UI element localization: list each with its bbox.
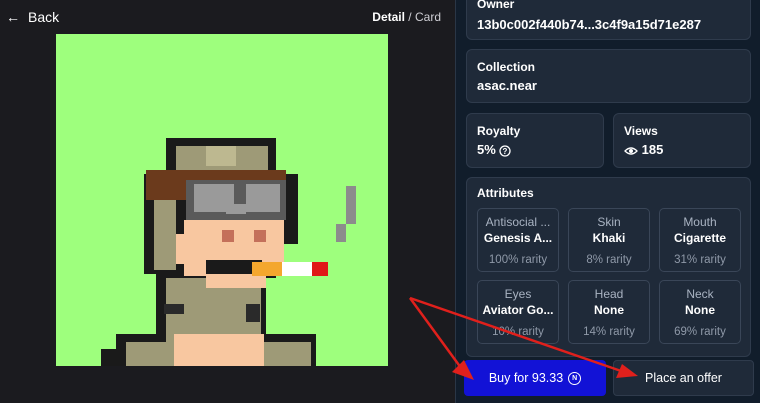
eye-icon <box>624 146 638 155</box>
views-value: 185 <box>641 142 664 157</box>
views-value-row: 185 <box>624 142 740 157</box>
collection-card: Collection asac.near <box>466 49 751 103</box>
attribute-item[interactable]: Neck None 69% rarity <box>659 280 741 344</box>
nft-image <box>56 34 388 366</box>
arrow-left-icon: ← <box>6 9 20 25</box>
attribute-rarity: 10% rarity <box>492 326 544 338</box>
collection-value[interactable]: asac.near <box>477 78 740 93</box>
attribute-item[interactable]: Mouth Cigarette 31% rarity <box>659 208 741 272</box>
view-separator: / <box>404 10 415 24</box>
attribute-item[interactable]: Head None 14% rarity <box>568 280 650 344</box>
owner-value[interactable]: 13b0c002f440b74...3c4f9a15d71e287 <box>477 17 740 32</box>
attribute-trait: Neck <box>686 287 714 301</box>
royalty-card: Royalty 5% ? <box>466 113 604 168</box>
attributes-grid: Antisocial ... Genesis A... 100% rarity … <box>477 208 741 344</box>
svg-text:?: ? <box>503 147 508 156</box>
attribute-value: None <box>685 303 715 317</box>
attribute-rarity: 31% rarity <box>674 254 726 266</box>
view-card-option[interactable]: Card <box>415 10 441 24</box>
attribute-item[interactable]: Antisocial ... Genesis A... 100% rarity <box>477 208 559 272</box>
collection-label: Collection <box>477 60 536 74</box>
owner-card: Owner 13b0c002f440b74...3c4f9a15d71e287 <box>466 0 751 40</box>
attribute-value: Aviator Go... <box>482 303 554 317</box>
attributes-card: Attributes Antisocial ... Genesis A... 1… <box>466 177 751 357</box>
owner-label: Owner <box>477 0 515 11</box>
back-label: Back <box>28 9 60 25</box>
attribute-rarity: 69% rarity <box>674 326 726 338</box>
attribute-trait: Eyes <box>504 287 532 301</box>
near-token-icon: N <box>568 371 582 385</box>
attribute-rarity: 100% rarity <box>488 254 548 266</box>
attribute-item[interactable]: Eyes Aviator Go... 10% rarity <box>477 280 559 344</box>
help-icon[interactable]: ? <box>499 144 512 157</box>
attribute-value: Khaki <box>592 231 626 245</box>
info-panel: Owner 13b0c002f440b74...3c4f9a15d71e287 … <box>455 0 760 403</box>
place-offer-button[interactable]: Place an offer <box>613 360 754 396</box>
royalty-value-row: 5% ? <box>477 142 593 157</box>
view-detail-option[interactable]: Detail <box>372 10 405 24</box>
attribute-value: Cigarette <box>673 231 726 245</box>
attribute-trait: Head <box>594 287 624 301</box>
royalty-value: 5% <box>477 142 496 157</box>
buy-button[interactable]: Buy for 93.33 N <box>464 360 606 396</box>
views-card: Views 185 <box>613 113 751 168</box>
views-label: Views <box>624 124 658 138</box>
royalty-label: Royalty <box>477 124 521 138</box>
attribute-rarity: 14% rarity <box>583 326 635 338</box>
attribute-trait: Antisocial ... <box>485 215 551 229</box>
detail-view: ← Back Detail / Card <box>0 0 455 403</box>
pixel-ape-artwork <box>101 138 356 366</box>
attributes-label: Attributes <box>477 186 534 200</box>
attribute-trait: Skin <box>597 215 621 229</box>
attribute-value: Genesis A... <box>483 231 553 245</box>
attribute-rarity: 8% rarity <box>586 254 632 266</box>
buy-label: Buy for 93.33 <box>488 371 564 385</box>
back-button[interactable]: ← Back <box>6 9 59 25</box>
attribute-item[interactable]: Skin Khaki 8% rarity <box>568 208 650 272</box>
attribute-trait: Mouth <box>683 215 717 229</box>
offer-label: Place an offer <box>645 371 722 385</box>
attribute-value: None <box>594 303 624 317</box>
view-mode-toggle: Detail / Card <box>372 10 441 24</box>
